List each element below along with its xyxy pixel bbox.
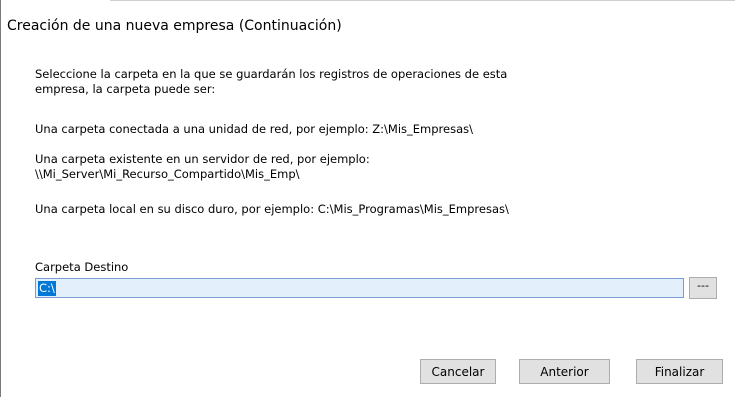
finish-button[interactable]: Finalizar	[636, 359, 723, 384]
server-example: Una carpeta existente en un servidor de …	[35, 152, 370, 182]
destination-folder-input[interactable]: C:\	[35, 278, 684, 298]
intro-line-1: Seleccione la carpeta en la que se guard…	[35, 67, 508, 81]
browse-folder-button[interactable]: ---	[689, 277, 717, 299]
dialog-title: Creación de una nueva empresa (Continuac…	[7, 18, 342, 34]
previous-button[interactable]: Anterior	[519, 359, 610, 384]
dialog-window: Creación de una nueva empresa (Continuac…	[0, 0, 735, 397]
intro-line-2: empresa, la carpeta puede ser:	[35, 82, 216, 96]
local-disk-example: Una carpeta local en su disco duro, por …	[35, 202, 509, 216]
server-example-line-2: \\Mi_Server\Mi_Recurso_Compartido\Mis_Em…	[35, 167, 300, 181]
top-edge	[110, 0, 735, 1]
intro-text: Seleccione la carpeta en la que se guard…	[35, 67, 507, 97]
server-example-line-1: Una carpeta existente en un servidor de …	[35, 152, 370, 166]
destination-folder-value: C:\	[38, 280, 56, 296]
window-border	[0, 0, 1, 397]
network-drive-example: Una carpeta conectada a una unidad de re…	[35, 122, 473, 136]
destination-folder-label: Carpeta Destino	[35, 260, 129, 274]
cancel-button[interactable]: Cancelar	[420, 359, 496, 384]
